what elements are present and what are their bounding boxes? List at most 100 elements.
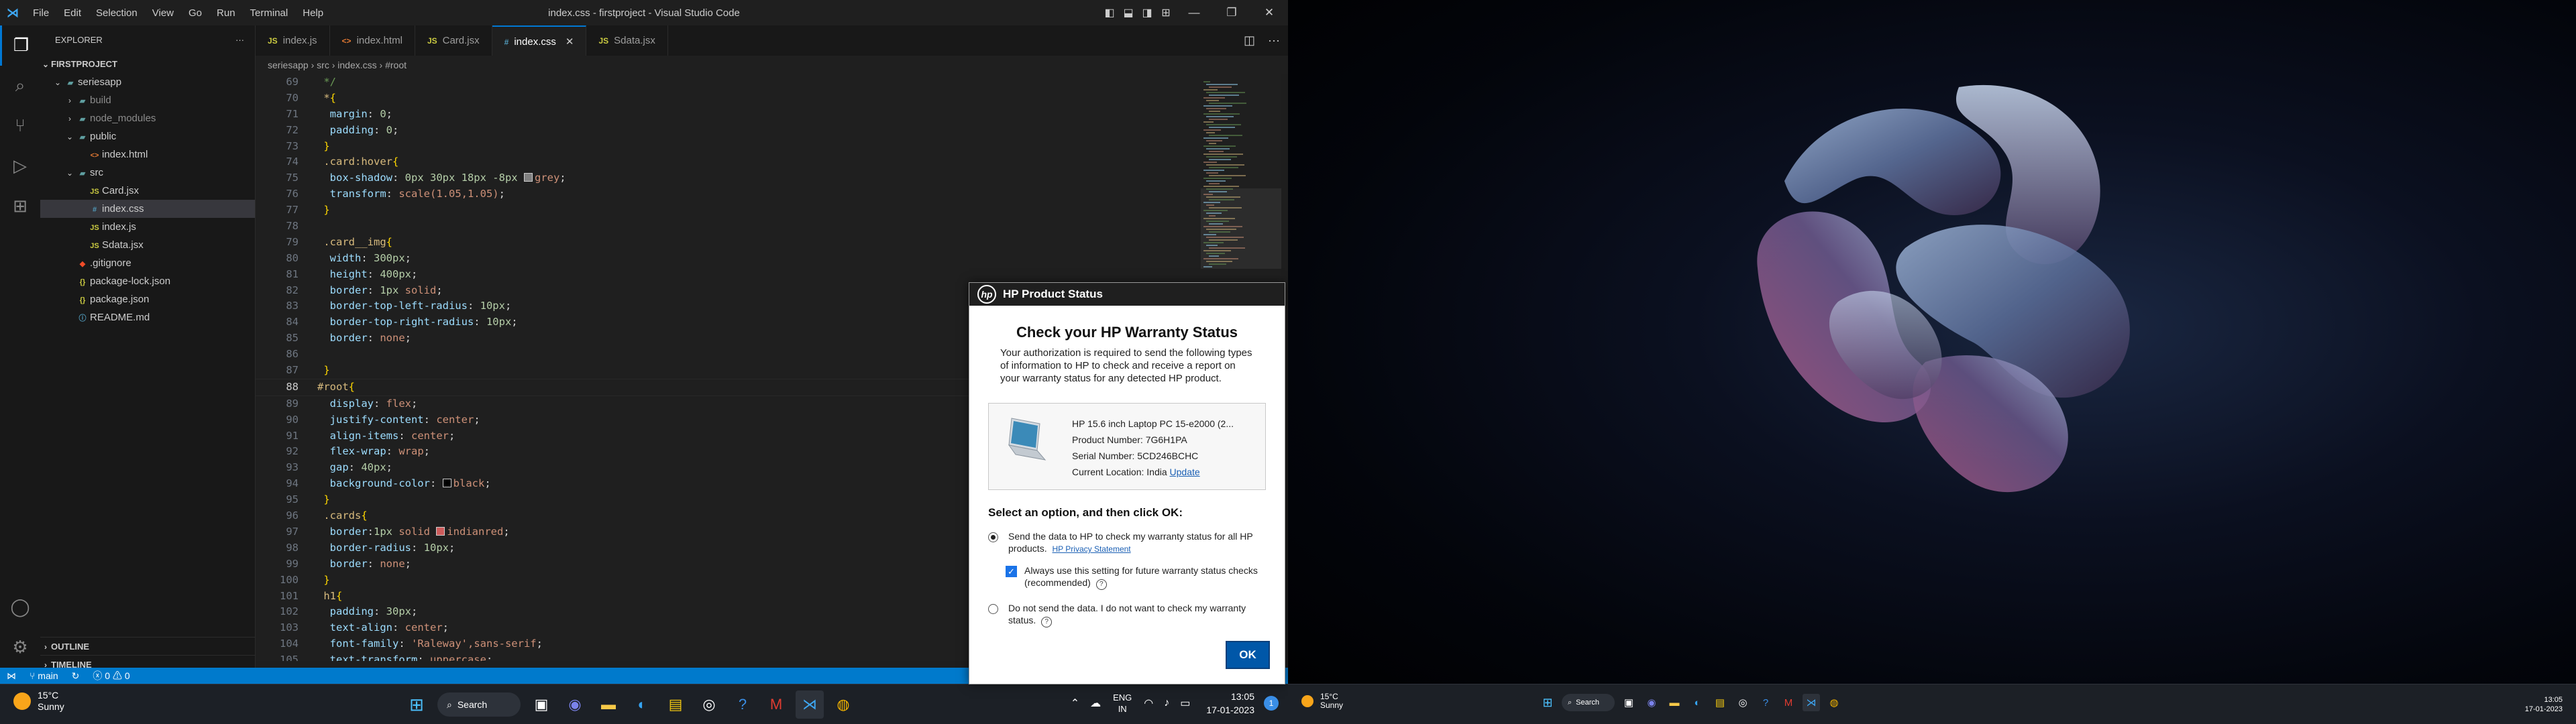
wifi-icon[interactable]: ◠ [1144,697,1153,710]
menu-run[interactable]: Run [209,7,243,19]
menu-help[interactable]: Help [295,7,331,19]
chrome-icon[interactable]: ◍ [829,690,857,719]
breadcrumb-item[interactable]: src [317,60,329,70]
sync-icon[interactable]: ↻ [65,668,87,684]
outline-section[interactable]: › OUTLINE [40,637,255,656]
color-swatch[interactable] [523,173,533,182]
close-window-button[interactable]: ✕ [1250,6,1288,19]
notification-badge[interactable]: 1 [1264,696,1279,711]
send-data-radio[interactable] [988,532,998,542]
do-not-send-radio[interactable] [988,604,998,614]
always-use-setting-option[interactable]: ✓ Always use this setting for future war… [988,564,1266,590]
start-windows-icon[interactable]: ⊞ [1539,694,1556,711]
file-explorer-icon[interactable]: ▬ [1666,694,1683,711]
onedrive-icon[interactable]: ☁ [1090,697,1101,710]
vscode-taskbar-icon[interactable]: ⋊ [1803,694,1820,711]
privacy-statement-link[interactable]: HP Privacy Statement [1052,544,1130,554]
ok-button[interactable]: OK [1226,641,1270,669]
task-view-icon[interactable]: ▣ [1620,694,1638,711]
tree-item[interactable]: ◆ .gitignore [40,254,255,272]
file-explorer-icon[interactable]: ▬ [594,690,623,719]
search-icon[interactable]: ⌕ [0,66,40,106]
explorer-icon[interactable]: ❐ [0,25,40,66]
toggle-primary-sidebar-icon[interactable]: ◧ [1100,6,1119,19]
tree-item[interactable]: JS index.js [40,218,255,236]
task-view-icon[interactable]: ▣ [527,690,555,719]
minimize-button[interactable]: — [1175,6,1213,19]
close-tab-icon[interactable]: ✕ [566,36,574,48]
teams-chat-icon[interactable]: ◉ [1643,694,1660,711]
battery-icon[interactable]: ▭ [1180,697,1190,710]
maximize-button[interactable]: ❐ [1213,6,1250,19]
tree-item[interactable]: JS Card.jsx [40,182,255,200]
toggle-secondary-sidebar-icon[interactable]: ◨ [1138,6,1157,19]
update-location-link[interactable]: Update [1170,467,1200,477]
source-control-icon[interactable]: ⑂ [0,106,40,146]
teams-chat-icon[interactable]: ◉ [561,690,589,719]
github-icon[interactable]: ◎ [1734,694,1752,711]
tree-item[interactable]: ⌄ ▰ public [40,127,255,145]
tree-item[interactable]: {} package-lock.json [40,272,255,290]
microsoft-store-icon[interactable]: ▤ [1711,694,1729,711]
tree-item[interactable]: {} package.json [40,290,255,308]
help-icon[interactable]: ? [729,690,757,719]
vscode-taskbar-icon[interactable]: ⋊ [796,690,824,719]
tree-item[interactable]: # index.css [40,200,255,218]
breadcrumb-item[interactable]: #root [385,60,407,70]
tree-item[interactable]: ⓘ README.md [40,308,255,326]
account-icon[interactable]: ◯ [0,587,40,627]
settings-gear-icon[interactable]: ⚙ [0,627,40,668]
menu-edit[interactable]: Edit [56,7,89,19]
toggle-panel-icon[interactable]: ⬓ [1119,6,1138,19]
color-swatch[interactable] [442,479,451,488]
clock[interactable]: 13:05 17-01-2023 [1206,690,1254,717]
do-not-send-option[interactable]: Do not send the data. I do not want to c… [988,602,1266,627]
menu-view[interactable]: View [145,7,181,19]
language-indicator[interactable]: ENG IN [1113,692,1132,715]
run-debug-icon[interactable]: ▷ [0,146,40,186]
split-editor-icon[interactable]: ◫ [1244,34,1255,47]
breadcrumb-item[interactable]: index.css [337,60,376,70]
editor-tab[interactable]: <> index.html [330,25,415,56]
clock[interactable]: 13:05 17-01-2023 [2525,695,2563,714]
edge-browser-icon[interactable]: ◐ [628,690,656,719]
more-actions-icon[interactable]: ··· [235,25,244,55]
tree-item[interactable]: ⌄ ▰ src [40,164,255,182]
microsoft-store-icon[interactable]: ▤ [661,690,690,719]
branch-indicator[interactable]: ⑂ main [23,668,65,684]
chrome-icon[interactable]: ◍ [1825,694,1843,711]
help-icon[interactable]: ? [1757,694,1774,711]
menu-file[interactable]: File [25,7,56,19]
taskbar-search[interactable]: ⌕ Search [437,692,521,717]
chevron-up-icon[interactable]: ⌃ [1071,697,1079,710]
tree-item[interactable]: › ▰ node_modules [40,109,255,127]
tree-item[interactable]: <> index.html [40,145,255,164]
weather-widget[interactable]: 15°C Sunny [1301,692,1343,710]
menu-selection[interactable]: Selection [89,7,145,19]
breadcrumb-item[interactable]: seriesapp [268,60,309,70]
editor-tab[interactable]: JS index.js [256,25,330,56]
menu-go[interactable]: Go [181,7,209,19]
help-icon[interactable]: ? [1095,579,1107,590]
editor-tab[interactable]: JS Sdata.jsx [586,25,668,56]
weather-widget[interactable]: 15°C Sunny [13,690,64,713]
editor-tab[interactable]: # index.css ✕ [492,25,587,56]
help-icon[interactable]: ? [1041,617,1053,627]
github-icon[interactable]: ◎ [695,690,723,719]
project-root[interactable]: ⌄ FIRSTPROJECT [40,55,255,73]
extensions-icon[interactable]: ⊞ [0,186,40,227]
volume-icon[interactable]: ♪ [1164,697,1169,709]
mcafee-icon[interactable]: M [1780,694,1797,711]
tree-item[interactable]: › ▰ build [40,91,255,109]
more-actions-icon[interactable]: ··· [1268,34,1280,47]
tree-item[interactable]: JS Sdata.jsx [40,236,255,254]
mcafee-icon[interactable]: M [762,690,790,719]
edge-browser-icon[interactable]: ◐ [1688,694,1706,711]
always-use-checkbox[interactable]: ✓ [1006,566,1017,577]
taskbar-search[interactable]: ⌕ Search [1562,694,1615,711]
customize-layout-icon[interactable]: ⊞ [1157,6,1175,19]
editor-tab[interactable]: JS Card.jsx [415,25,492,56]
remote-indicator[interactable]: ⋈ [0,668,23,684]
send-data-option[interactable]: Send the data to HP to check my warranty… [988,530,1266,555]
color-swatch[interactable] [436,526,445,536]
